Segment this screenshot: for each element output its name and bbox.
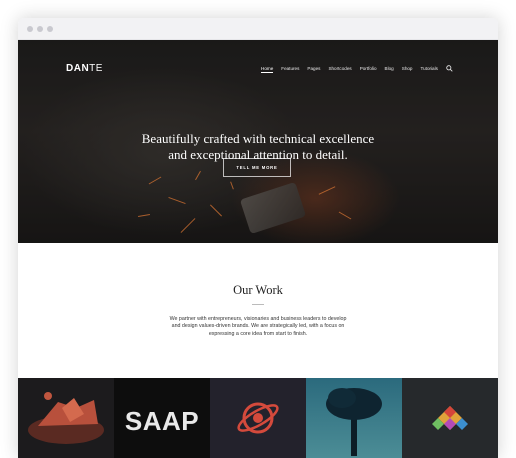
description-line: expressing a core idea from start to fin… [208, 330, 308, 337]
hero-headline-line1: Beautifully crafted with technical excel… [141, 131, 375, 146]
logo-bold: DAN [66, 63, 90, 74]
browser-chrome [18, 18, 498, 40]
saap-logo-text: SAAP [124, 406, 200, 436]
portfolio-tile-5[interactable] [402, 378, 498, 458]
hero-section: DANTE Home Features Pages Shortcodes Por… [18, 40, 498, 243]
window-dot-icon [37, 26, 43, 32]
browser-window: DANTE Home Features Pages Shortcodes Por… [18, 18, 498, 458]
tell-me-more-button[interactable]: TELL ME MORE [223, 158, 291, 177]
title-divider [252, 304, 264, 305]
description-line: We partner with entrepreneurs, visionari… [169, 316, 347, 322]
portfolio-gallery: SAAP [18, 378, 498, 458]
nav-portfolio[interactable]: Portfolio [360, 66, 377, 71]
nav-home[interactable]: Home [261, 66, 274, 73]
search-icon[interactable] [446, 65, 453, 72]
nav-features[interactable]: Features [281, 66, 299, 71]
description-line: and design values-driven brands. We are … [171, 323, 345, 330]
nav-tutorials[interactable]: Tutorials [420, 66, 437, 71]
portfolio-tile-3[interactable] [210, 378, 306, 458]
section-description: We partner with entrepreneurs, visionari… [146, 316, 370, 338]
planet-emblem-icon [237, 402, 279, 434]
nav-shop[interactable]: Shop [402, 66, 413, 71]
main-nav: Home Features Pages Shortcodes Portfolio… [261, 66, 446, 73]
logo-light: TE [89, 63, 103, 74]
window-dot-icon [27, 26, 33, 32]
portfolio-tile-4[interactable] [306, 378, 402, 458]
geometric-logo-icon [432, 406, 468, 430]
section-title: Our Work [233, 283, 283, 297]
our-work-section: Our Work We partner with entrepreneurs, … [18, 243, 498, 378]
nav-pages[interactable]: Pages [307, 66, 320, 71]
portfolio-tile-2[interactable]: SAAP [114, 378, 210, 458]
nav-blog[interactable]: Blog [385, 66, 394, 71]
portfolio-tile-1[interactable] [18, 378, 114, 458]
site-logo[interactable]: DANTE [66, 63, 103, 74]
nav-shortcodes[interactable]: Shortcodes [328, 66, 351, 71]
window-dot-icon [47, 26, 53, 32]
sculpture-art-icon [28, 392, 104, 444]
tree-art-icon [326, 388, 382, 456]
